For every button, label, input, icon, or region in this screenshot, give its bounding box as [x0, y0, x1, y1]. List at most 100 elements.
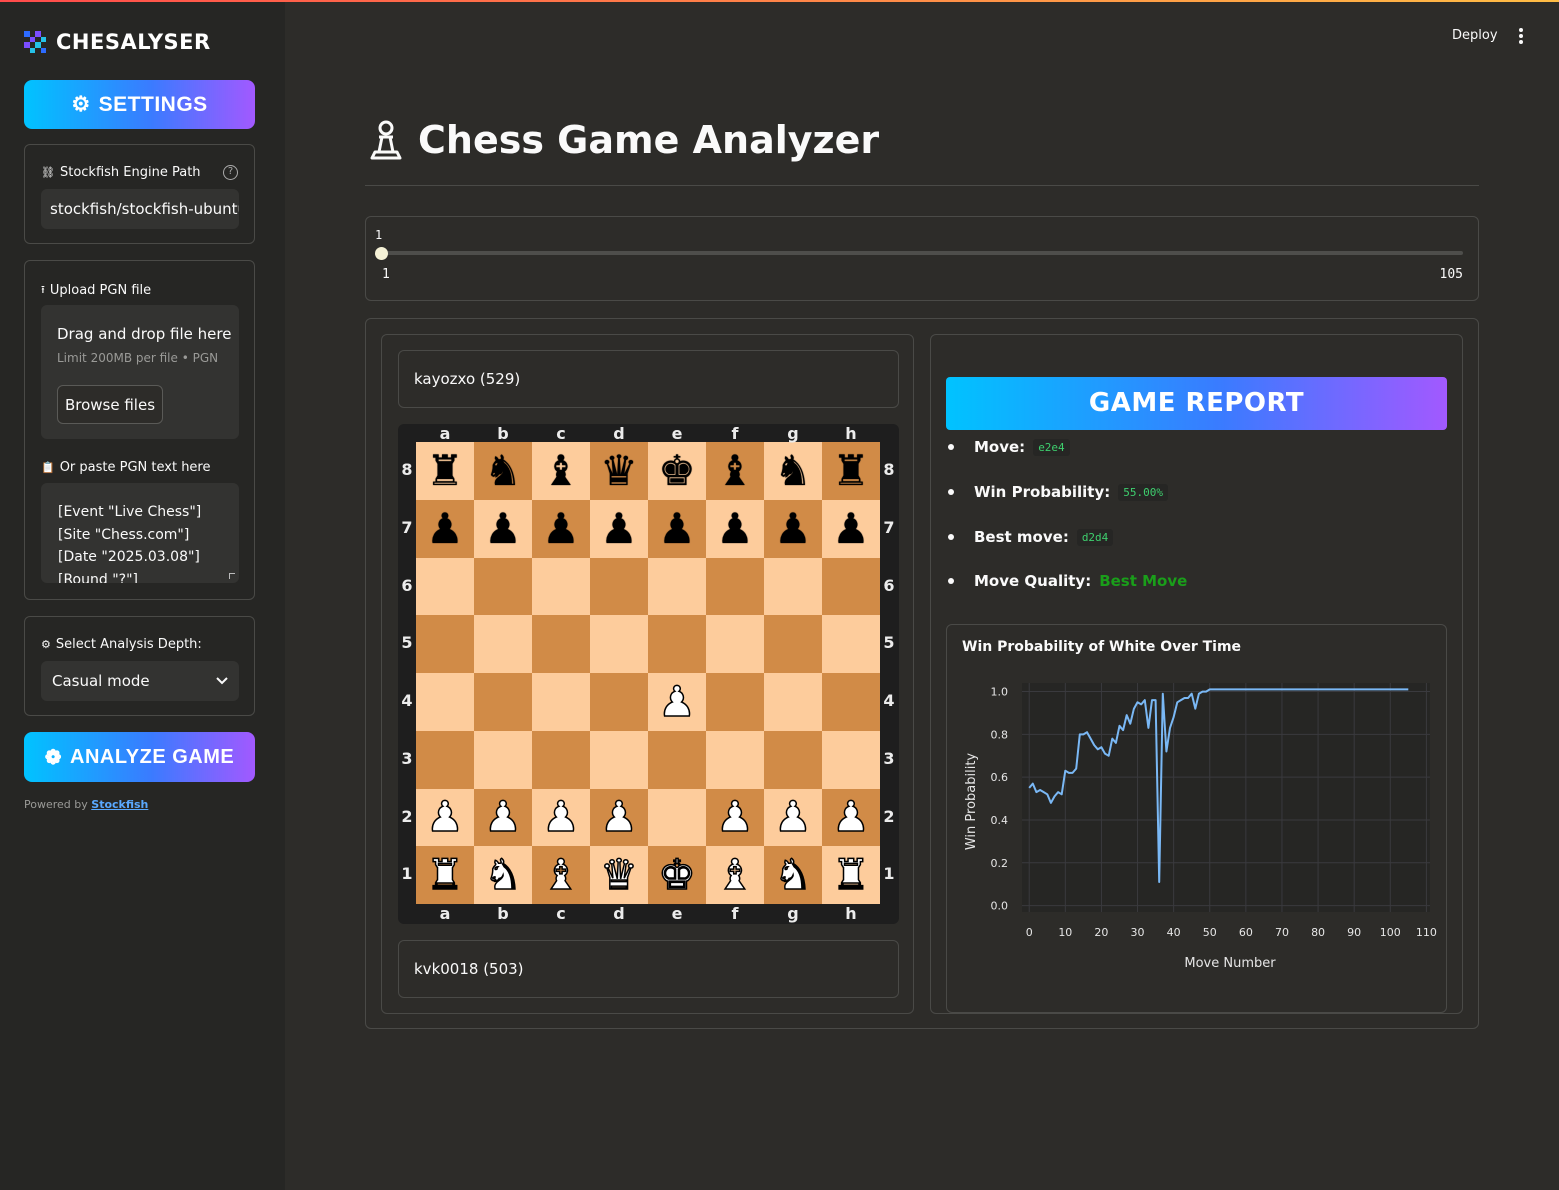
black-knight-icon[interactable]: ♞	[484, 449, 522, 492]
board-square-h4[interactable]	[822, 673, 880, 731]
stockfish-link[interactable]: Stockfish	[91, 798, 148, 811]
board-square-g1[interactable]: ♞	[764, 846, 822, 904]
board-square-h7[interactable]: ♟	[822, 499, 880, 558]
white-queen-icon[interactable]: ♛	[599, 853, 638, 897]
board-square-c3[interactable]	[532, 730, 590, 789]
black-rook-icon[interactable]: ♜	[832, 449, 870, 492]
board-square-e5[interactable]	[648, 615, 706, 673]
board-square-d1[interactable]: ♛	[590, 846, 648, 904]
board-square-a6[interactable]	[416, 557, 474, 616]
board-square-h2[interactable]: ♟	[822, 788, 880, 847]
board-square-h1[interactable]: ♜	[822, 846, 880, 904]
board-square-c1[interactable]: ♝	[532, 846, 590, 904]
file-dropzone[interactable]: Drag and drop file here Limit 200MB per …	[41, 305, 239, 439]
board-square-b4[interactable]	[474, 673, 532, 731]
white-rook-icon[interactable]: ♜	[831, 853, 870, 897]
board-square-f5[interactable]	[706, 615, 764, 673]
board-square-f2[interactable]: ♟	[706, 788, 764, 847]
white-bishop-icon[interactable]: ♝	[541, 853, 580, 897]
board-square-a8[interactable]: ♜	[416, 442, 474, 500]
deploy-button[interactable]: Deploy	[1452, 28, 1498, 43]
resize-handle[interactable]	[229, 573, 235, 579]
board-square-e3[interactable]	[648, 730, 706, 789]
white-rook-icon[interactable]: ♜	[425, 853, 464, 897]
chess-board[interactable]: ♜ ♞ ♝ ♛ ♚ ♝ ♞ ♜ ♟ ♟ ♟ ♟ ♟ ♟ ♟ ♟ ♟ ♟ ♟ ♟ ♟ ♟ ♟ ♟ ♜ ♞ ♝ ♛ ♚ ♝ ♞ ♜	[416, 442, 880, 904]
settings-button[interactable]: ⚙ SETTINGS	[24, 80, 255, 129]
board-square-a4[interactable]	[416, 673, 474, 731]
board-square-g7[interactable]: ♟	[764, 499, 822, 558]
board-square-h3[interactable]	[822, 730, 880, 789]
board-square-c5[interactable]	[532, 615, 590, 673]
board-square-h8[interactable]: ♜	[822, 442, 880, 500]
board-square-a3[interactable]	[416, 730, 474, 789]
white-knight-icon[interactable]: ♞	[483, 853, 522, 897]
board-square-g8[interactable]: ♞	[764, 442, 822, 500]
analyze-game-button[interactable]: ❁ ANALYZE GAME	[24, 732, 255, 782]
board-square-d2[interactable]: ♟	[590, 788, 648, 847]
white-king-icon[interactable]: ♚	[657, 853, 696, 897]
board-square-g3[interactable]	[764, 730, 822, 789]
board-square-e6[interactable]	[648, 557, 706, 616]
engine-path-input[interactable]: stockfish/stockfish-ubuntu-x86-64-avx2	[41, 189, 239, 229]
slider-track[interactable]	[381, 251, 1463, 255]
board-square-d6[interactable]	[590, 557, 648, 616]
board-square-f7[interactable]: ♟	[706, 499, 764, 558]
black-king-icon[interactable]: ♚	[658, 449, 696, 492]
board-square-h5[interactable]	[822, 615, 880, 673]
board-square-d4[interactable]	[590, 673, 648, 731]
board-square-d7[interactable]: ♟	[590, 499, 648, 558]
board-square-f3[interactable]	[706, 730, 764, 789]
black-bishop-icon[interactable]: ♝	[542, 449, 580, 492]
black-pawn-icon[interactable]: ♟	[426, 507, 464, 550]
slider-thumb[interactable]	[375, 247, 388, 260]
black-pawn-icon[interactable]: ♟	[832, 507, 870, 550]
board-square-g2[interactable]: ♟	[764, 788, 822, 847]
white-pawn-icon[interactable]: ♟	[773, 795, 812, 839]
black-pawn-icon[interactable]: ♟	[716, 507, 754, 550]
board-square-e4[interactable]: ♟	[648, 673, 706, 731]
board-square-e7[interactable]: ♟	[648, 499, 706, 558]
white-pawn-icon[interactable]: ♟	[483, 795, 522, 839]
board-square-c7[interactable]: ♟	[532, 499, 590, 558]
board-square-d5[interactable]	[590, 615, 648, 673]
black-pawn-icon[interactable]: ♟	[600, 507, 638, 550]
board-square-d8[interactable]: ♛	[590, 442, 648, 500]
board-square-g6[interactable]	[764, 557, 822, 616]
pgn-textarea[interactable]: [Event "Live Chess"] [Site "Chess.com"] …	[41, 483, 239, 583]
board-square-c2[interactable]: ♟	[532, 788, 590, 847]
board-square-g4[interactable]	[764, 673, 822, 731]
board-square-a5[interactable]	[416, 615, 474, 673]
white-pawn-icon[interactable]: ♟	[715, 795, 754, 839]
white-pawn-icon[interactable]: ♟	[541, 795, 580, 839]
board-square-b3[interactable]	[474, 730, 532, 789]
board-square-f8[interactable]: ♝	[706, 442, 764, 500]
board-square-a7[interactable]: ♟	[416, 499, 474, 558]
board-square-b8[interactable]: ♞	[474, 442, 532, 500]
board-square-f4[interactable]	[706, 673, 764, 731]
black-pawn-icon[interactable]: ♟	[774, 507, 812, 550]
board-square-b1[interactable]: ♞	[474, 846, 532, 904]
main-menu-icon[interactable]	[1518, 28, 1524, 44]
board-square-b2[interactable]: ♟	[474, 788, 532, 847]
board-square-c4[interactable]	[532, 673, 590, 731]
white-pawn-icon[interactable]: ♟	[657, 680, 696, 724]
board-square-a2[interactable]: ♟	[416, 788, 474, 847]
board-square-f1[interactable]: ♝	[706, 846, 764, 904]
depth-select[interactable]: Casual mode	[41, 661, 239, 701]
white-pawn-icon[interactable]: ♟	[425, 795, 464, 839]
board-square-g5[interactable]	[764, 615, 822, 673]
help-icon[interactable]: ?	[223, 165, 238, 180]
board-square-b5[interactable]	[474, 615, 532, 673]
white-knight-icon[interactable]: ♞	[773, 853, 812, 897]
board-square-a1[interactable]: ♜	[416, 846, 474, 904]
board-square-h6[interactable]	[822, 557, 880, 616]
black-queen-icon[interactable]: ♛	[600, 449, 638, 492]
black-knight-icon[interactable]: ♞	[774, 449, 812, 492]
board-square-c8[interactable]: ♝	[532, 442, 590, 500]
board-square-e1[interactable]: ♚	[648, 846, 706, 904]
white-pawn-icon[interactable]: ♟	[599, 795, 638, 839]
board-square-b7[interactable]: ♟	[474, 499, 532, 558]
white-pawn-icon[interactable]: ♟	[831, 795, 870, 839]
browse-files-button[interactable]: Browse files	[57, 385, 163, 424]
board-square-d3[interactable]	[590, 730, 648, 789]
